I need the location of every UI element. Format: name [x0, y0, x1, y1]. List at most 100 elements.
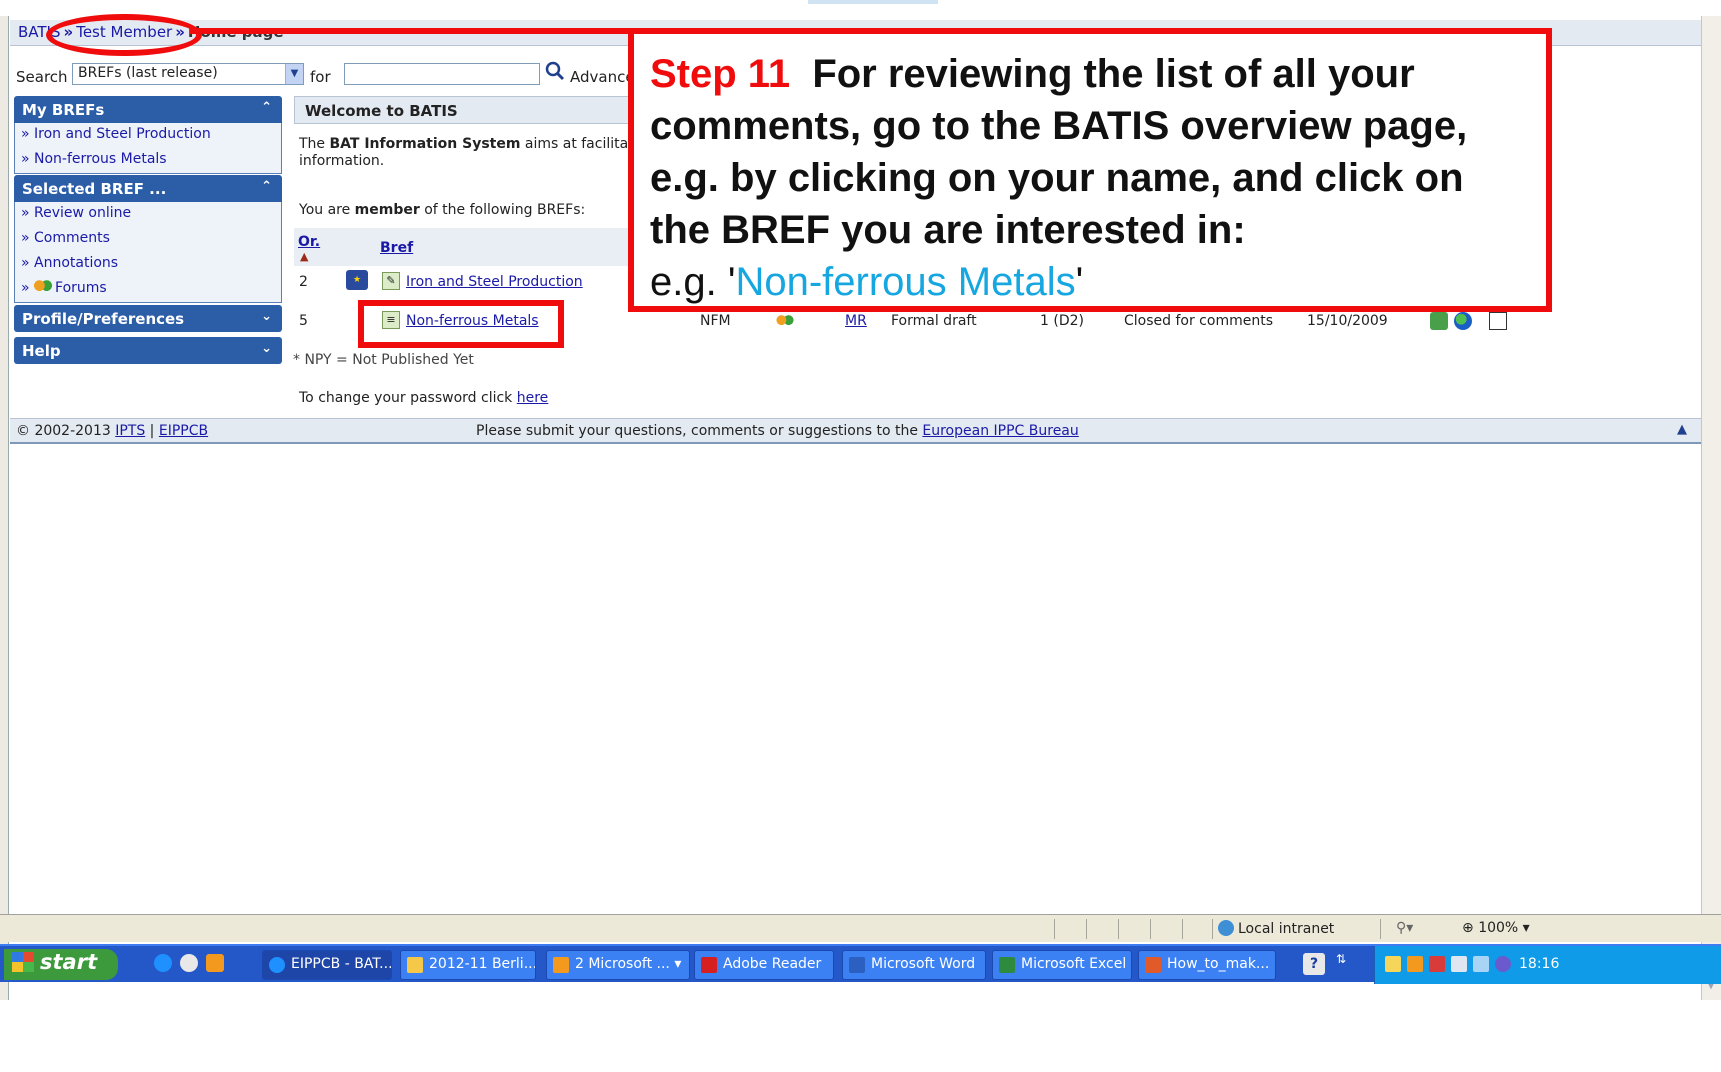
search-input[interactable] — [344, 63, 540, 85]
outlook-icon — [553, 957, 569, 973]
password-here-link[interactable]: here — [517, 390, 549, 406]
chevron-up-icon[interactable]: ⌃ — [261, 100, 272, 115]
privacy-icon[interactable]: ⚲▾ — [1396, 920, 1413, 936]
sidebar-item-comments[interactable]: » Comments — [15, 227, 281, 252]
mail-icon[interactable] — [1385, 956, 1401, 972]
search-label: Search — [16, 68, 68, 86]
globe-icon[interactable] — [1454, 312, 1472, 330]
network-icon[interactable] — [1473, 956, 1489, 972]
sidebar-item-review-online[interactable]: » Review online — [15, 202, 281, 227]
task-how-to-make[interactable]: How_to_mak... — [1138, 950, 1276, 980]
window-left-edge — [0, 16, 9, 1000]
task-microsoft-word[interactable]: Microsoft Word — [842, 950, 986, 980]
document-edit-icon: ✎ — [382, 272, 400, 290]
sidebar-item-label: Review online — [34, 205, 132, 221]
sidebar-item-iron-steel[interactable]: » Iron and Steel Production — [15, 123, 281, 148]
sidebar-my-brefs-header[interactable]: My BREFs ⌃ — [14, 96, 282, 123]
footer-separator: | — [145, 423, 159, 439]
task-microsoft-excel[interactable]: Microsoft Excel — [992, 950, 1132, 980]
reminder-icon[interactable] — [1407, 956, 1423, 972]
intro-bold: BAT Information System — [329, 136, 521, 152]
task-label: Adobe Reader — [723, 956, 822, 972]
member-suffix: of the following BREFs: — [419, 202, 586, 218]
highlight-box — [358, 300, 564, 348]
magnifier-icon: ⊕ — [1462, 920, 1474, 936]
browser-status-bar: Local intranet ⚲▾ ⊕ 100% ▾ — [0, 914, 1721, 942]
bref-table-header — [294, 228, 634, 266]
sidebar-item-annotations[interactable]: » Annotations — [15, 252, 281, 277]
copyright-text: © 2002-2013 — [16, 423, 116, 439]
window-top-strip — [0, 0, 1721, 16]
footer-message: Please submit your questions, comments o… — [476, 423, 1079, 439]
scroll-top-icon[interactable]: ▲ — [1677, 422, 1687, 437]
sort-order-header[interactable]: Or. — [298, 234, 320, 250]
pdf-icon[interactable] — [1489, 312, 1507, 330]
mr-link[interactable]: MR — [845, 313, 867, 329]
adobe-reader-icon — [701, 957, 717, 973]
instruction-callout: Step 11 For reviewing the list of all yo… — [628, 28, 1552, 312]
download-icon[interactable] — [1430, 312, 1448, 330]
intro-line2: information. — [299, 153, 385, 169]
welcome-title: Welcome to BATIS — [305, 102, 458, 120]
advanced-search-link[interactable]: Advance — [570, 68, 635, 86]
task-adobe-reader[interactable]: Adobe Reader — [694, 950, 834, 980]
people-icon — [34, 280, 53, 294]
callout-connector-line — [190, 28, 630, 34]
browser-icon[interactable] — [180, 954, 198, 972]
antivirus-icon[interactable] — [1429, 956, 1445, 972]
chevron-down-icon[interactable]: ▼ — [285, 64, 303, 84]
forum-people-icon[interactable] — [776, 312, 794, 330]
chevron-up-icon[interactable]: ⌃ — [261, 179, 272, 194]
internet-explorer-icon[interactable] — [154, 954, 172, 972]
eippcb-link[interactable]: EIPPCB — [159, 423, 208, 439]
powerpoint-icon — [1145, 957, 1161, 973]
bref-link-iron-steel[interactable]: Iron and Steel Production — [406, 274, 583, 290]
excel-icon — [999, 957, 1015, 973]
bref-code: NFM — [700, 313, 731, 329]
sort-up-icon[interactable]: ▲ — [300, 250, 308, 263]
task-folder[interactable]: 2012-11 Berli... — [400, 950, 536, 980]
search-scope-select[interactable]: BREFs (last release) ▼ — [72, 63, 304, 85]
sidebar-item-label: Forums — [55, 280, 107, 296]
outlook-calendar-icon[interactable] — [206, 954, 224, 972]
intranet-globe-icon — [1218, 920, 1234, 936]
sidebar-item-forums[interactable]: » Forums — [15, 277, 281, 302]
bref-version: 1 (D2) — [1040, 313, 1084, 329]
start-label: start — [40, 950, 98, 974]
update-icon[interactable] — [1495, 956, 1511, 972]
sidebar-my-brefs-list: » Iron and Steel Production » Non-ferrou… — [14, 123, 282, 174]
sidebar-profile-header[interactable]: Profile/Preferences ⌄ — [14, 305, 282, 332]
chevron-down-icon[interactable]: ⌄ — [261, 309, 272, 324]
sidebar-help-title: Help — [22, 342, 61, 360]
instruction-highlight: Non-ferrous Metals — [735, 260, 1076, 304]
vertical-scrollbar[interactable] — [1701, 16, 1721, 1000]
sidebar-item-non-ferrous[interactable]: » Non-ferrous Metals — [15, 148, 281, 173]
ipts-link[interactable]: IPTS — [115, 423, 145, 439]
sidebar-item-label: Annotations — [34, 255, 119, 271]
zoom-control[interactable]: ⊕ 100% ▾ — [1462, 920, 1530, 936]
chevron-down-icon[interactable]: ⌄ — [261, 341, 272, 356]
task-label: How_to_mak... — [1167, 956, 1270, 972]
task-eippcb[interactable]: EIPPCB - BAT... — [262, 950, 392, 980]
password-prefix: To change your password click — [299, 390, 517, 406]
european-ippc-bureau-link[interactable]: European IPPC Bureau — [922, 423, 1078, 439]
task-label: Microsoft Excel — [1021, 956, 1127, 972]
start-button[interactable]: start — [4, 949, 118, 980]
document-tray-icon[interactable] — [1451, 956, 1467, 972]
security-zone-label: Local intranet — [1238, 921, 1335, 937]
sidebar-selected-bref-header[interactable]: Selected BREF ... ⌃ — [14, 175, 282, 202]
sidebar-selected-bref-list: » Review online » Comments » Annotations… — [14, 202, 282, 303]
sidebar-help-header[interactable]: Help ⌄ — [14, 337, 282, 364]
member-line: You are member of the following BREFs: — [299, 202, 585, 218]
member-bold: member — [354, 202, 420, 218]
security-zone[interactable]: Local intranet — [1218, 920, 1334, 937]
restore-icon[interactable]: ⇅ — [1336, 952, 1346, 966]
task-microsoft-group[interactable]: 2 Microsoft ... ▾ — [546, 950, 690, 980]
sort-bref-header[interactable]: Bref — [380, 240, 413, 256]
search-icon[interactable] — [543, 60, 567, 86]
callout-ellipse — [46, 14, 202, 56]
member-prefix: You are — [299, 202, 355, 218]
top-tab-fragment — [808, 0, 938, 4]
sidebar-item-label: Iron and Steel Production — [34, 126, 211, 142]
help-icon[interactable]: ? — [1303, 953, 1325, 975]
